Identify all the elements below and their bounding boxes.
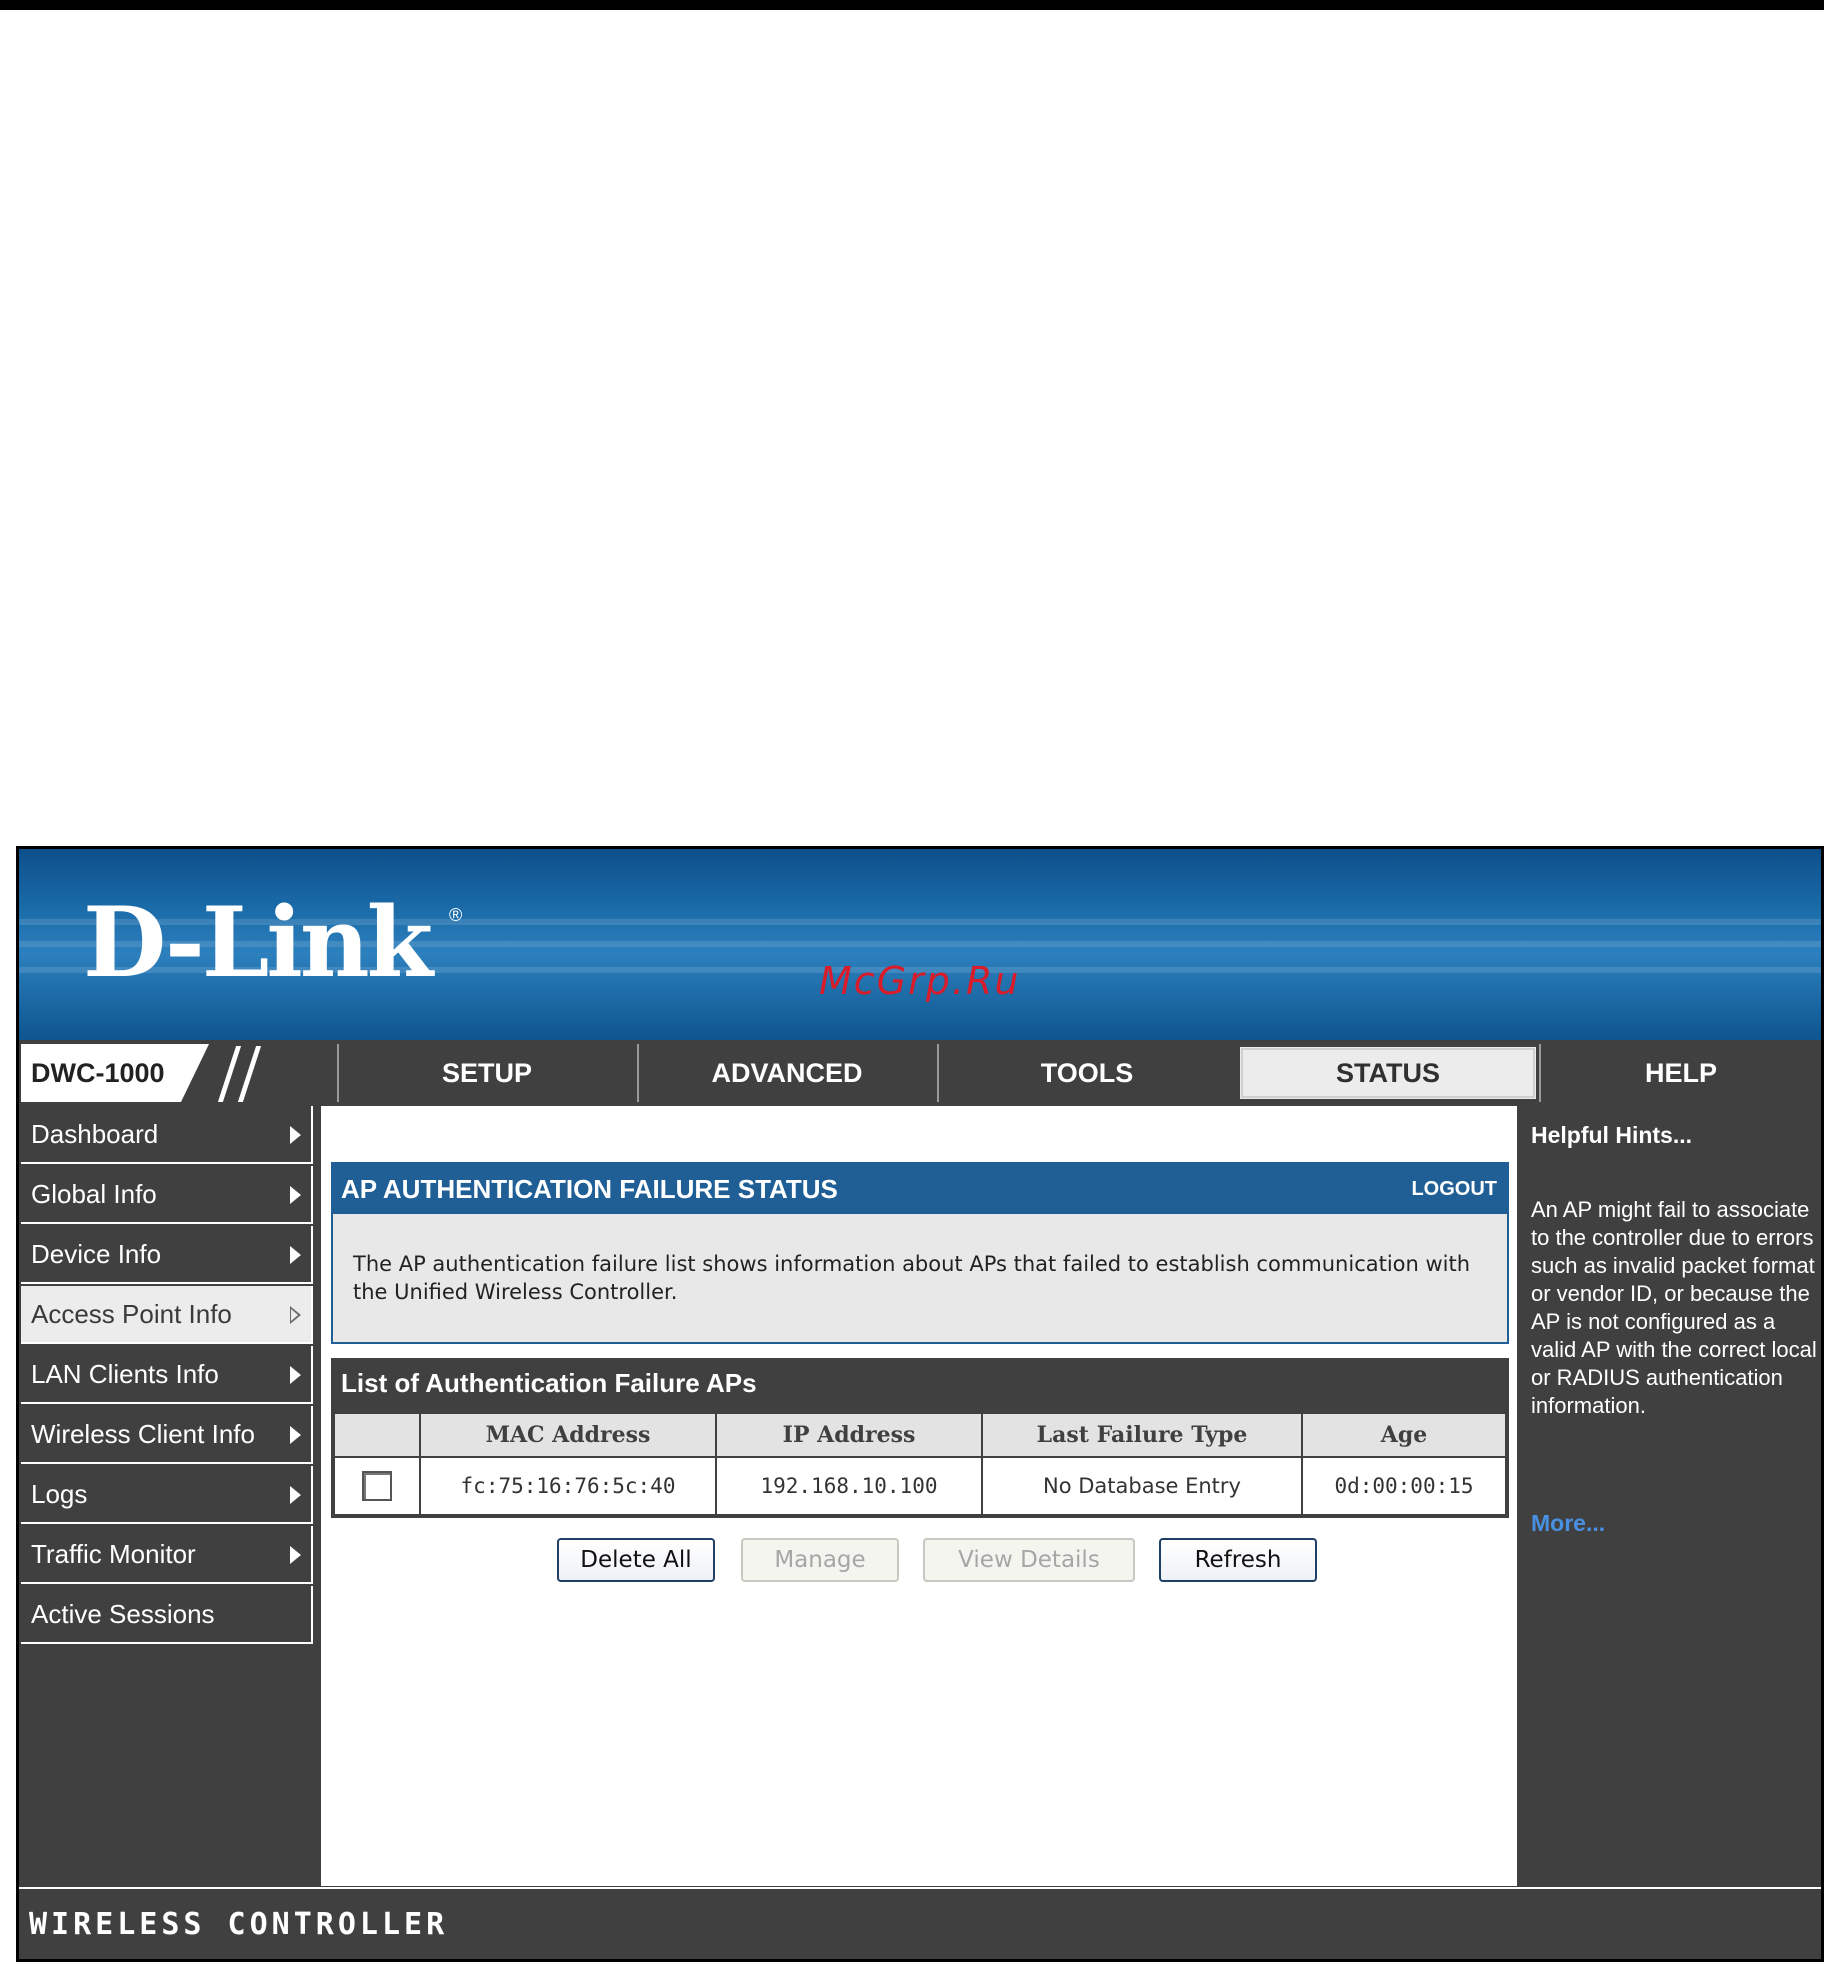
model-slash-decoration [181, 1044, 331, 1102]
top-navigation: DWC-1000 SETUP ADVANCED TOOLS STATUS HEL… [19, 1040, 1821, 1106]
tab-tools[interactable]: TOOLS [937, 1044, 1235, 1102]
table-row[interactable]: fc:75:16:76:5c:40 192.168.10.100 No Data… [333, 1456, 1507, 1516]
tab-advanced[interactable]: ADVANCED [637, 1044, 935, 1102]
sidebar-item-global-info[interactable]: Global Info [21, 1166, 313, 1224]
tab-setup[interactable]: SETUP [337, 1044, 635, 1102]
help-title: Helpful Hints... [1531, 1122, 1692, 1148]
table-header-row: MAC Address IP Address Last Failure Type… [333, 1412, 1507, 1458]
router-ui-frame: D-Link ® McGrp.Ru DWC-1000 SETUP ADVANCE… [16, 846, 1824, 1962]
sidebar-item-access-point-info[interactable]: Access Point Info [21, 1286, 313, 1344]
refresh-button[interactable]: Refresh [1159, 1538, 1317, 1582]
arrow-right-icon [290, 1486, 301, 1504]
view-details-button[interactable]: View Details [923, 1538, 1135, 1582]
ip-address-cell: 192.168.10.100 [715, 1456, 983, 1516]
sidebar-item-active-sessions[interactable]: Active Sessions [21, 1586, 313, 1644]
header-banner: D-Link ® McGrp.Ru [19, 849, 1821, 1040]
arrow-right-icon [290, 1366, 301, 1384]
age-cell: 0d:00:00:15 [1301, 1456, 1507, 1516]
action-buttons: Delete All Manage View Details Refresh [321, 1538, 1517, 1584]
model-box: DWC-1000 [21, 1044, 331, 1102]
arrow-right-icon [290, 1246, 301, 1264]
status-panel: AP AUTHENTICATION FAILURE STATUS LOGOUT … [331, 1162, 1509, 1344]
page-title: AP AUTHENTICATION FAILURE STATUS [341, 1174, 838, 1204]
logout-link[interactable]: LOGOUT [1411, 1178, 1497, 1201]
watermark-text: McGrp.Ru [819, 959, 1021, 1003]
tab-status[interactable]: STATUS [1237, 1044, 1539, 1102]
row-select-cell [333, 1456, 421, 1516]
help-panel: Helpful Hints... An AP might fail to ass… [1521, 1106, 1821, 1886]
manage-button[interactable]: Manage [741, 1538, 899, 1582]
registered-mark: ® [449, 905, 463, 925]
arrow-right-icon [290, 1546, 301, 1564]
top-border [0, 0, 1824, 10]
footer-text: WIRELESS CONTROLLER [29, 1907, 449, 1942]
list-title: List of Authentication Failure APs [341, 1368, 757, 1398]
sidebar-item-traffic-monitor[interactable]: Traffic Monitor [21, 1526, 313, 1584]
column-header-mac: MAC Address [419, 1412, 717, 1458]
sidebar-item-logs[interactable]: Logs [21, 1466, 313, 1524]
arrow-right-icon [290, 1186, 301, 1204]
delete-all-button[interactable]: Delete All [557, 1538, 715, 1582]
arrow-right-outline-icon [290, 1306, 301, 1324]
sidebar-item-lan-clients-info[interactable]: LAN Clients Info [21, 1346, 313, 1404]
sidebar-item-wireless-client-info[interactable]: Wireless Client Info [21, 1406, 313, 1464]
model-name: DWC-1000 [31, 1058, 165, 1088]
arrow-right-icon [290, 1426, 301, 1444]
arrow-right-icon [290, 1126, 301, 1144]
failure-list: List of Authentication Failure APs MAC A… [331, 1358, 1509, 1518]
failure-type-cell: No Database Entry [981, 1456, 1303, 1516]
page-description: The AP authentication failure list shows… [353, 1252, 1471, 1304]
dlink-logo: D-Link [83, 886, 433, 999]
panel-header: AP AUTHENTICATION FAILURE STATUS LOGOUT [333, 1164, 1507, 1214]
column-header-select [333, 1412, 421, 1458]
column-header-age: Age [1301, 1412, 1507, 1458]
sidebar-item-device-info[interactable]: Device Info [21, 1226, 313, 1284]
column-header-failure-type: Last Failure Type [981, 1412, 1303, 1458]
sidebar-item-dashboard[interactable]: Dashboard [21, 1106, 313, 1164]
more-link[interactable]: More... [1531, 1510, 1605, 1537]
failure-table: MAC Address IP Address Last Failure Type… [333, 1412, 1507, 1516]
footer: WIRELESS CONTROLLER [19, 1887, 1821, 1959]
row-checkbox[interactable] [362, 1471, 392, 1501]
help-text: An AP might fail to associate to the con… [1531, 1197, 1817, 1418]
column-header-ip: IP Address [715, 1412, 983, 1458]
sidebar: Dashboard Global Info Device Info Access… [19, 1106, 317, 1886]
mac-address-cell: fc:75:16:76:5c:40 [419, 1456, 717, 1516]
main-content: AP AUTHENTICATION FAILURE STATUS LOGOUT … [321, 1106, 1517, 1886]
tab-help[interactable]: HELP [1539, 1044, 1821, 1102]
